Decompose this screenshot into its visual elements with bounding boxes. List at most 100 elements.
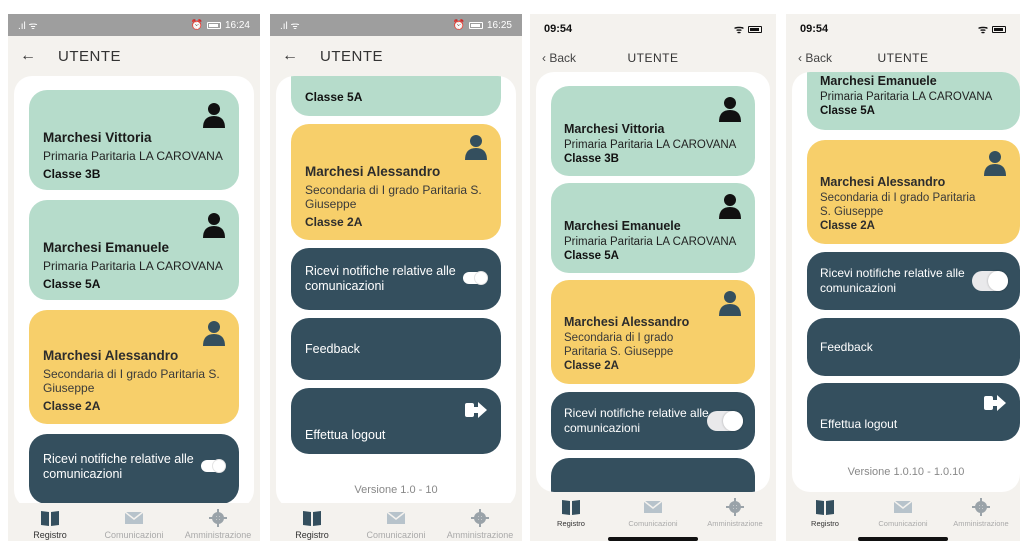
school-name: Primaria Paritaria LA CAROVANA <box>564 139 737 151</box>
page-title: UTENTE <box>58 47 121 65</box>
student-card[interactable]: Marchesi Vittoria Primaria Paritaria LA … <box>551 86 755 176</box>
app-header: ← UTENTE <box>8 36 260 76</box>
tab-amministrazione[interactable]: Amministrazione <box>694 492 776 541</box>
phone-screen-2: .ıl ᯤ ⏰ 16:25 ← UTENTE Classe 5A Marchesi… <box>270 14 522 541</box>
student-name: Marchesi Vittoria <box>43 130 152 145</box>
content-area: Marchesi Vittoria Primaria Paritaria LA … <box>536 72 770 492</box>
notifications-toggle-row[interactable]: Ricevi notifiche relative alle comunicaz… <box>551 392 755 450</box>
student-class: Classe 2A <box>820 220 875 232</box>
home-indicator <box>858 537 948 541</box>
student-card[interactable]: Marchesi Emanuele Primaria Paritaria LA … <box>29 200 239 300</box>
gear-icon <box>209 509 227 527</box>
book-icon <box>816 500 834 515</box>
tab-label: Amministrazione <box>953 519 1009 528</box>
person-icon <box>203 213 225 238</box>
notifications-toggle[interactable] <box>201 460 225 472</box>
envelope-icon <box>124 511 144 524</box>
school-name: Primaria Paritaria LA CAROVANA <box>564 236 737 248</box>
content-area: Classe 5A Marchesi Alessandro Secondaria… <box>276 76 516 508</box>
status-bar: 09:54 ᯤ <box>786 14 1020 44</box>
student-card[interactable]: Classe 5A <box>291 76 501 116</box>
student-card[interactable]: Marchesi Alessandro Secondaria di I grad… <box>551 280 755 384</box>
alarm-icon: ⏰ <box>190 19 203 31</box>
feedback-button[interactable]: Feedback <box>807 318 1020 376</box>
tab-bar: Registro Comunicazioni Amministrazione <box>8 503 260 541</box>
version-text: Versione 1.0.10 - 1.0.10 <box>847 466 965 478</box>
logout-icon <box>984 395 1006 411</box>
logout-button[interactable]: Effettua logout <box>807 383 1020 441</box>
back-button[interactable]: ‹ Back <box>798 51 832 65</box>
student-card[interactable]: Marchesi Alessandro Secondaria di I grad… <box>807 140 1020 244</box>
app-header: ‹ Back UTENTE <box>530 44 776 72</box>
tab-amministrazione[interactable]: Amministrazione <box>438 503 522 541</box>
student-class: Classe 2A <box>43 399 101 413</box>
back-label: Back <box>805 51 833 65</box>
book-icon <box>562 500 580 515</box>
notifications-toggle[interactable] <box>707 411 743 431</box>
student-class: Classe 3B <box>564 153 619 165</box>
tab-registro[interactable]: Registro <box>8 503 92 541</box>
student-name: Marchesi Emanuele <box>564 219 681 233</box>
envelope-icon <box>643 500 663 513</box>
status-time: 09:54 <box>800 23 829 35</box>
status-time: 09:54 <box>544 23 573 35</box>
logout-button[interactable]: Effettua logout <box>291 388 501 454</box>
back-label: Back <box>549 51 577 65</box>
notifications-toggle-row[interactable]: Ricevi notifiche relative alle comunicaz… <box>807 252 1020 310</box>
logout-label: Effettua logout <box>305 428 386 442</box>
student-class: Classe 5A <box>564 250 619 262</box>
student-class: Classe 2A <box>305 215 363 229</box>
tab-registro[interactable]: Registro <box>530 492 612 541</box>
student-card[interactable]: Marchesi Alessandro Secondaria di I grad… <box>291 124 501 240</box>
student-card[interactable]: Marchesi Alessandro Secondaria di I grad… <box>29 310 239 424</box>
student-card[interactable]: Marchesi Emanuele Primaria Paritaria LA … <box>807 72 1020 130</box>
notifications-toggle-row[interactable]: Ricevi notifiche relative alle comunicaz… <box>29 434 239 504</box>
gear-icon <box>471 509 489 527</box>
feedback-button[interactable]: Feedback <box>291 318 501 380</box>
tab-registro[interactable]: Registro <box>270 503 354 541</box>
tab-bar: Registro Comunicazioni Amministrazione <box>786 492 1020 541</box>
tab-comunicazioni[interactable]: Comunicazioni <box>354 503 438 541</box>
tab-comunicazioni[interactable]: Comunicazioni <box>864 492 942 541</box>
app-header: ← UTENTE <box>270 36 522 76</box>
student-name: Marchesi Alessandro <box>43 348 179 363</box>
school-name: Secondaria di I grado Paritaria S. Giuse… <box>43 367 220 395</box>
student-class: Classe 5A <box>43 277 101 291</box>
person-icon <box>465 135 487 160</box>
notifications-toggle[interactable] <box>463 272 487 284</box>
notifications-toggle-row[interactable]: Ricevi notifiche relative alle comunicaz… <box>291 248 501 310</box>
student-card[interactable]: Marchesi Vittoria Primaria Paritaria LA … <box>29 90 239 190</box>
tab-amministrazione[interactable]: Amministrazione <box>176 503 260 541</box>
tab-registro[interactable]: Registro <box>786 492 864 541</box>
notifications-label: Ricevi notifiche relative alle comunicaz… <box>564 406 709 435</box>
tab-bar: Registro Comunicazioni Amministrazione <box>270 503 522 541</box>
student-card[interactable]: Marchesi Emanuele Primaria Paritaria LA … <box>551 183 755 273</box>
tab-comunicazioni[interactable]: Comunicazioni <box>92 503 176 541</box>
signal-icon: .ıl ᯤ <box>280 21 300 32</box>
tab-comunicazioni[interactable]: Comunicazioni <box>612 492 694 541</box>
book-icon <box>41 511 59 526</box>
content-area: Marchesi Emanuele Primaria Paritaria LA … <box>792 72 1020 492</box>
back-arrow-icon[interactable]: ← <box>282 47 298 65</box>
school-name: Secondaria di I grado Paritaria S. Giuse… <box>305 183 482 211</box>
envelope-icon <box>386 511 406 524</box>
person-icon <box>203 321 225 346</box>
logout-label: Effettua logout <box>820 417 898 431</box>
tab-label: Amministrazione <box>446 530 514 540</box>
status-time: 16:25 <box>486 19 512 31</box>
battery-icon <box>992 25 1006 33</box>
feedback-button[interactable] <box>551 458 755 492</box>
person-icon <box>984 151 1006 176</box>
person-icon <box>203 103 225 128</box>
school-name: Secondaria di I grado Paritaria S. Giuse… <box>564 332 674 358</box>
tab-amministrazione[interactable]: Amministrazione <box>942 492 1020 541</box>
tab-label: Registro <box>295 530 329 540</box>
tab-label: Comunicazioni <box>878 519 928 528</box>
back-arrow-icon[interactable]: ← <box>20 47 36 65</box>
school-name: Primaria Paritaria LA CAROVANA <box>43 149 223 163</box>
battery-icon <box>468 21 483 29</box>
student-name: Marchesi Alessandro <box>305 164 441 179</box>
status-bar: .ıl ᯤ ⏰ 16:25 <box>270 14 522 36</box>
notifications-toggle[interactable] <box>972 271 1008 291</box>
back-button[interactable]: ‹ Back <box>542 51 576 65</box>
